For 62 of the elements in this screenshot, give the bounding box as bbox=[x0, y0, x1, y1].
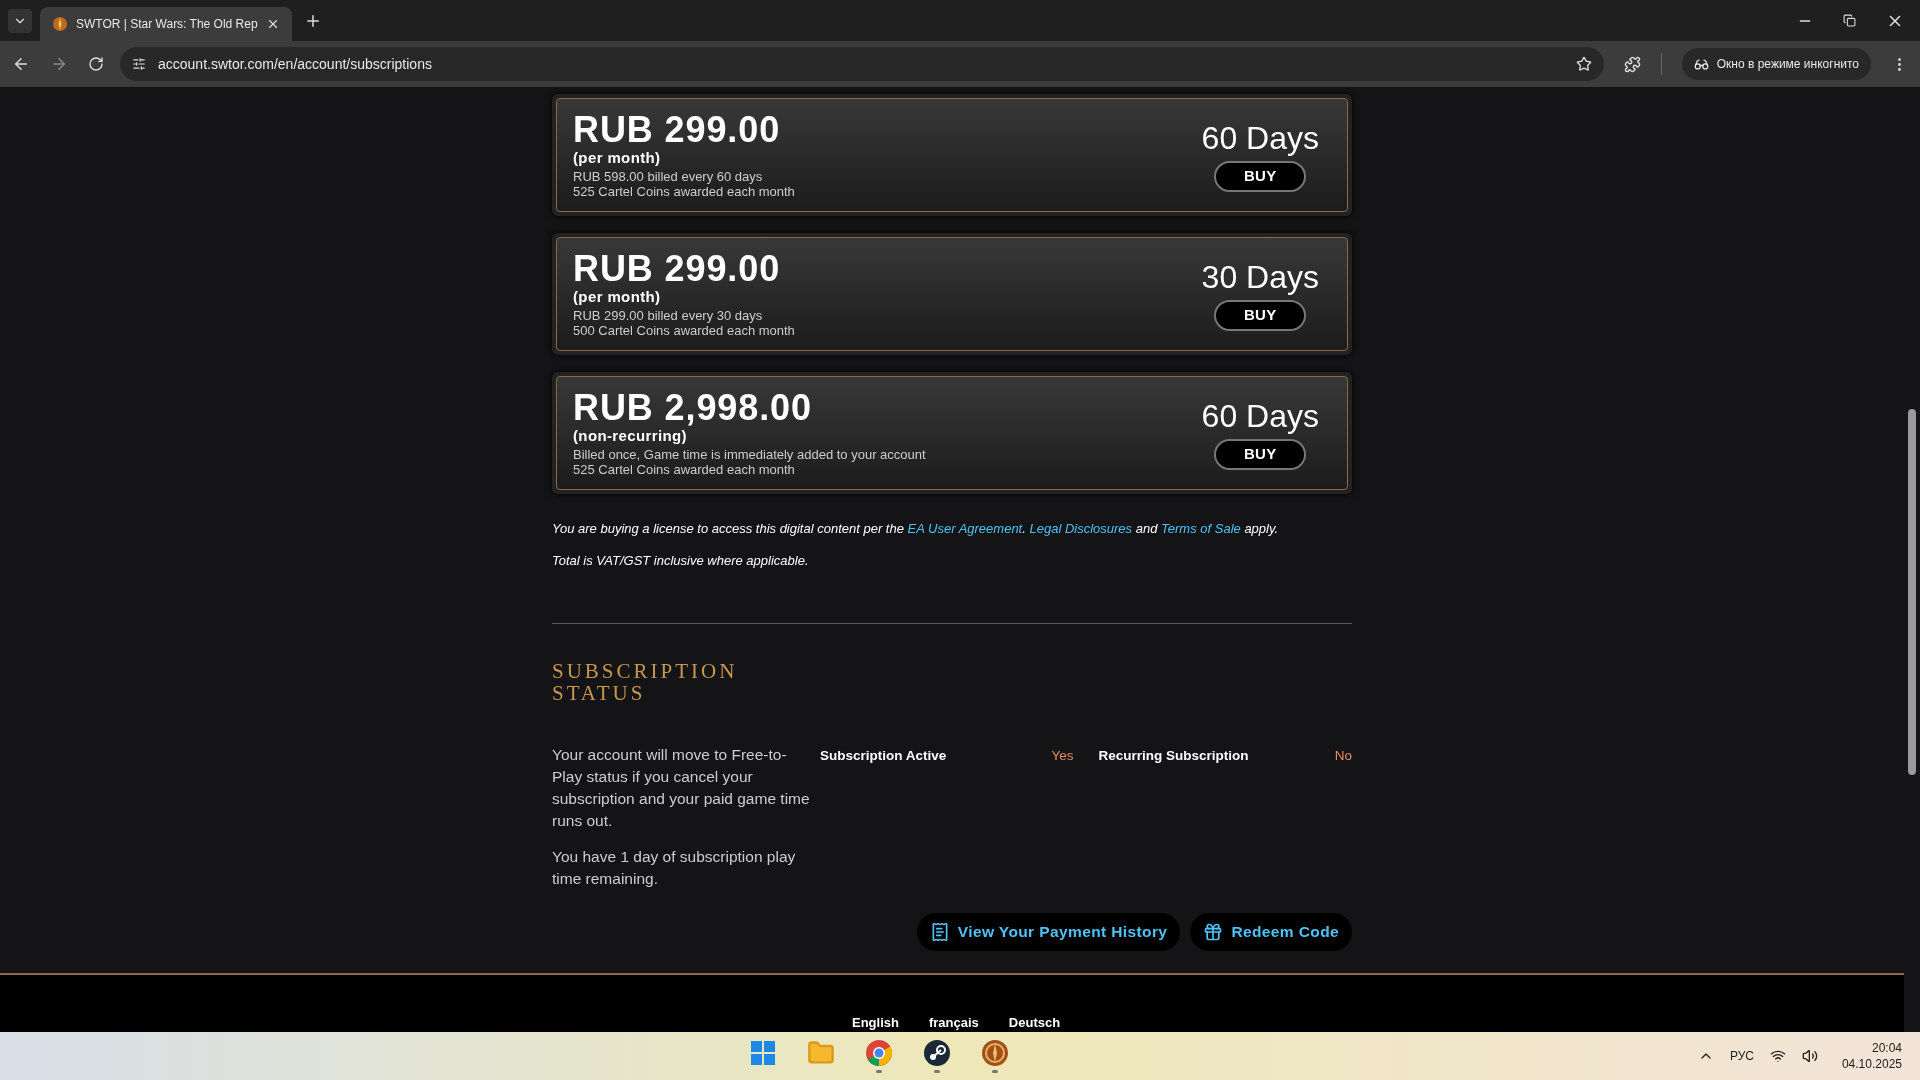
receipt-icon bbox=[929, 922, 950, 942]
buy-button[interactable]: BUY bbox=[1214, 438, 1307, 470]
plan-billing: RUB 598.00 billed every 60 days bbox=[573, 169, 764, 184]
terms-link[interactable]: Terms of Sale bbox=[1161, 521, 1241, 536]
windows-icon[interactable] bbox=[749, 1040, 776, 1066]
payment-history-button[interactable]: View Your Payment History bbox=[916, 913, 1181, 951]
favicon-icon bbox=[52, 16, 68, 32]
plan-coins: 500 Cartel Coins awarded each month bbox=[573, 323, 795, 338]
license-notice: You are buying a license to access this digital content per the EA User Agreement. Legal Disclosures and Terms of Sale apply. bbox=[552, 521, 1280, 537]
plan-billing: RUB 299.00 billed every 30 days bbox=[573, 308, 764, 323]
chrome-icon[interactable] bbox=[864, 1039, 893, 1067]
vat-notice: Total is VAT/GST inclusive where applicable. bbox=[552, 553, 810, 569]
plan-coins: 525 Cartel Coins awarded each month bbox=[573, 184, 795, 199]
status-paragraph: Your account will move to Free-to-Play status if you cancel your subscription and your paid game time runs out. bbox=[552, 745, 810, 831]
address-field[interactable]: account.swtor.com/en/account/subscriptions bbox=[120, 47, 1604, 81]
bookmark-star-icon[interactable] bbox=[1575, 56, 1592, 72]
plan-term: (non-recurring) bbox=[573, 427, 688, 445]
status-value: Yes bbox=[1051, 747, 1074, 764]
plan-price: RUB 299.00 bbox=[573, 111, 782, 149]
buy-button[interactable]: BUY bbox=[1214, 299, 1307, 331]
plan-term: (per month) bbox=[573, 288, 662, 306]
plan-coins: 525 Cartel Coins awarded each month bbox=[573, 462, 796, 477]
section-heading: SUBSCRIPTION bbox=[552, 660, 739, 682]
url-text: account.swtor.com/en/account/subscriptions bbox=[158, 54, 433, 74]
running-indicator bbox=[933, 1070, 940, 1073]
running-indicator bbox=[875, 1070, 882, 1073]
disclosures-link[interactable]: Legal Disclosures bbox=[1029, 521, 1133, 536]
language-link[interactable]: français bbox=[928, 1016, 979, 1030]
reload-icon[interactable] bbox=[88, 56, 104, 72]
plan-duration: 60 Days bbox=[1201, 396, 1319, 435]
clock[interactable]: 20:04 04.10.2025 bbox=[1841, 1040, 1902, 1072]
emblem-icon[interactable] bbox=[980, 1039, 1009, 1067]
volume-icon[interactable] bbox=[1801, 1048, 1818, 1064]
tab-title: SWTOR | Star Wars: The Old Rep bbox=[76, 16, 258, 33]
language-link[interactable]: English bbox=[852, 1016, 899, 1030]
language-indicator[interactable]: РУС bbox=[1729, 1047, 1754, 1065]
plan-price: RUB 2,998.00 bbox=[573, 389, 813, 427]
restore-icon[interactable] bbox=[1843, 14, 1856, 27]
site-info-icon[interactable] bbox=[132, 57, 146, 71]
steam-icon[interactable] bbox=[922, 1039, 951, 1067]
plan-duration: 60 Days bbox=[1201, 118, 1319, 157]
section-heading: STATUS bbox=[552, 682, 647, 704]
redeem-code-button[interactable]: Redeem Code bbox=[1190, 913, 1352, 951]
status-label: Recurring Subscription bbox=[1098, 747, 1249, 764]
tab-list-button[interactable] bbox=[8, 8, 32, 33]
plan-term: (per month) bbox=[573, 149, 662, 167]
plan-billing: Billed once, Game time is immediately added to your account bbox=[573, 447, 926, 462]
back-icon[interactable] bbox=[12, 55, 30, 73]
status-value: No bbox=[1334, 747, 1352, 764]
wifi-icon[interactable] bbox=[1769, 1048, 1786, 1064]
language-link[interactable]: Deutsch bbox=[1008, 1016, 1061, 1030]
extensions-icon[interactable] bbox=[1623, 55, 1641, 73]
browser-tab[interactable]: SWTOR | Star Wars: The Old Rep bbox=[40, 7, 292, 41]
plan-duration: 30 Days bbox=[1201, 257, 1319, 296]
running-indicator bbox=[991, 1070, 998, 1073]
status-paragraph: You have 1 day of subscription play time remaining. bbox=[552, 847, 797, 889]
forward-icon[interactable] bbox=[50, 55, 68, 73]
status-label: Subscription Active bbox=[820, 747, 947, 764]
buy-button[interactable]: BUY bbox=[1214, 160, 1307, 192]
incognito-button[interactable]: Окно в режиме инкогнито bbox=[1681, 48, 1871, 80]
gift-icon bbox=[1203, 922, 1224, 942]
plan-price: RUB 299.00 bbox=[573, 250, 782, 288]
